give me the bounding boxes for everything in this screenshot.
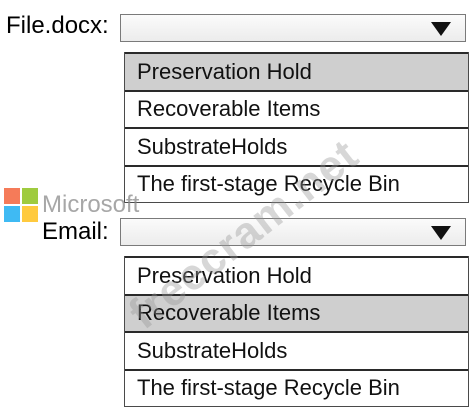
microsoft-logo-text: Microsoft [42, 191, 140, 218]
file-docx-option-recoverable-items[interactable]: Recoverable Items [125, 89, 468, 127]
email-options: Preservation Hold Recoverable Items Subs… [124, 256, 469, 407]
email-option-recoverable-items[interactable]: Recoverable Items [125, 293, 468, 331]
file-docx-label: File.docx: [6, 12, 109, 39]
file-docx-select[interactable] [120, 14, 466, 42]
chevron-down-icon[interactable] [421, 219, 461, 247]
answer-area: File.docx: Preservation Hold Recoverable… [0, 0, 473, 409]
microsoft-logo: Microsoft [4, 188, 139, 222]
email-option-recycle-bin[interactable]: The first-stage Recycle Bin [125, 368, 468, 406]
email-select[interactable] [120, 218, 466, 246]
file-docx-option-substrateholds[interactable]: SubstrateHolds [125, 127, 468, 165]
file-docx-option-recycle-bin[interactable]: The first-stage Recycle Bin [125, 164, 468, 202]
email-option-preservation-hold[interactable]: Preservation Hold [125, 256, 468, 294]
email-option-substrateholds[interactable]: SubstrateHolds [125, 331, 468, 369]
file-docx-option-preservation-hold[interactable]: Preservation Hold [125, 52, 468, 90]
microsoft-logo-icon [4, 188, 38, 222]
email-label: Email: [42, 218, 109, 245]
chevron-down-icon[interactable] [421, 15, 461, 43]
file-docx-options: Preservation Hold Recoverable Items Subs… [124, 52, 469, 203]
